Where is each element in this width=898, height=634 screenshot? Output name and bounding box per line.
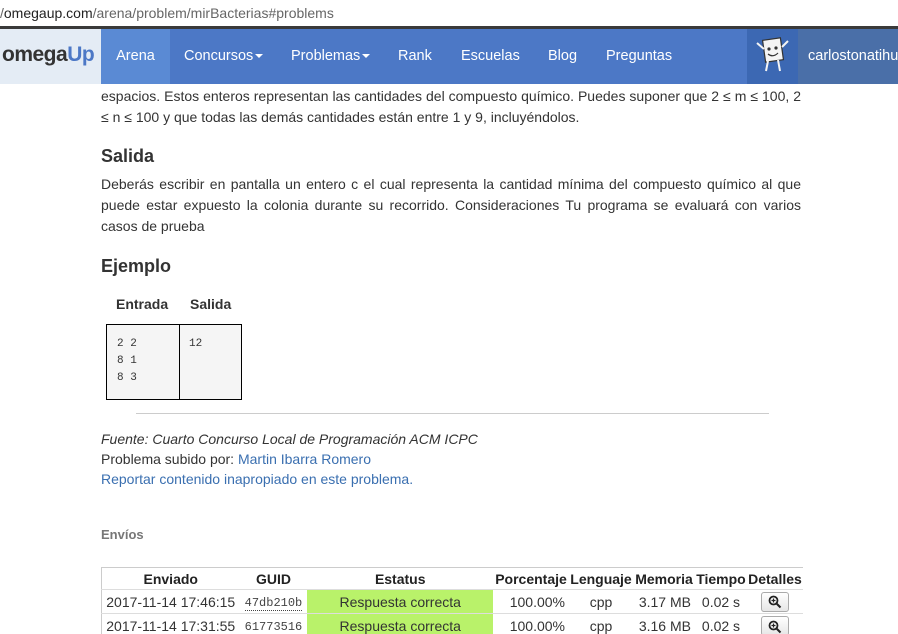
column-header: Memoria (633, 567, 695, 590)
nav-preguntas[interactable]: Preguntas (606, 29, 672, 84)
example-output[interactable]: 12 (189, 336, 202, 353)
table-row: 2017-11-14 17:46:15 47db210b Respuesta c… (101, 589, 803, 614)
run-memory: 3.16 MB (633, 613, 695, 634)
column-header: Porcentaje (493, 567, 570, 590)
run-details (746, 613, 803, 634)
nav-problemas[interactable]: Problemas (291, 29, 371, 84)
example-divider (179, 325, 180, 399)
uploader-link[interactable]: Martin Ibarra Romero (238, 451, 371, 467)
magnifier-icon (768, 595, 782, 609)
problem-source: Fuente: Cuarto Concurso Local de Program… (101, 431, 478, 447)
user-menu[interactable]: carlostonatihu (747, 29, 898, 84)
caret-down-icon (255, 54, 264, 59)
run-runtime: 0.02 s (694, 589, 747, 614)
runs-table: Enviado GUID Estatus Porcentaje Lenguaje… (101, 567, 803, 634)
nav-arena[interactable]: Arena (101, 29, 170, 84)
output-description: Deberás escribir en pantalla un entero c… (101, 176, 801, 234)
run-language: cpp (569, 613, 633, 634)
runs-header-row: Enviado GUID Estatus Porcentaje Lenguaje… (101, 567, 803, 590)
run-time: 2017-11-14 17:31:55 (101, 613, 240, 634)
nav-concursos[interactable]: Concursos (184, 29, 264, 84)
example-input-header: Entrada (116, 296, 169, 312)
url-text[interactable]: /omegaup.com/arena/problem/mirBacterias#… (0, 5, 334, 21)
section-divider (136, 413, 769, 414)
column-header: Enviado (101, 567, 240, 590)
avatar[interactable] (747, 29, 798, 84)
column-header: GUID (239, 567, 308, 590)
run-language: cpp (569, 589, 633, 614)
run-time: 2017-11-14 17:46:15 (101, 589, 240, 614)
run-status: Respuesta correcta (307, 613, 494, 634)
example-output-header: Salida (190, 296, 232, 312)
run-percentage: 100.00% (493, 589, 570, 614)
report-problem-link[interactable]: Reportar contenido inapropiado en este p… (101, 471, 413, 487)
column-header: Lenguaje (569, 567, 633, 590)
column-header: Estatus (307, 567, 494, 590)
input-description: espacios. Estos enteros representan las … (101, 88, 801, 125)
run-details (746, 589, 803, 614)
details-button[interactable] (760, 591, 789, 612)
runs-title: Envíos (101, 527, 144, 542)
column-header: Tiempo (694, 567, 747, 590)
run-runtime: 0.02 s (694, 613, 747, 634)
user-avatar-icon (756, 37, 789, 72)
example-heading: Ejemplo (101, 256, 172, 276)
table-row: 2017-11-14 17:31:55 61773516 Respuesta c… (101, 613, 803, 634)
run-guid[interactable]: 61773516 (239, 613, 308, 634)
example-input[interactable]: 2 2 8 1 8 3 (117, 336, 137, 387)
problem-uploader: Problema subido por: Martin Ibarra Romer… (101, 451, 372, 467)
magnifier-icon (768, 620, 782, 633)
browser-url-bar[interactable]: /omegaup.com/arena/problem/mirBacterias#… (0, 0, 898, 26)
run-memory: 3.17 MB (633, 589, 695, 614)
run-percentage: 100.00% (493, 613, 570, 634)
run-guid[interactable]: 47db210b (239, 589, 308, 614)
nav-escuelas[interactable]: Escuelas (461, 29, 520, 84)
details-button[interactable] (760, 615, 789, 634)
run-status: Respuesta correcta (307, 589, 494, 614)
nav-rank[interactable]: Rank (398, 29, 432, 84)
top-navbar: omegaUp Arena Concursos Problemas Rank E… (0, 29, 898, 84)
example-table: 2 2 8 1 8 3 12 (106, 324, 242, 400)
nav-blog[interactable]: Blog (548, 29, 577, 84)
username[interactable]: carlostonatihu (808, 29, 898, 84)
omegaup-logo[interactable]: omegaUp (0, 29, 101, 84)
column-header: Detalles (746, 567, 803, 590)
output-heading: Salida (101, 146, 155, 166)
caret-down-icon (362, 54, 371, 59)
